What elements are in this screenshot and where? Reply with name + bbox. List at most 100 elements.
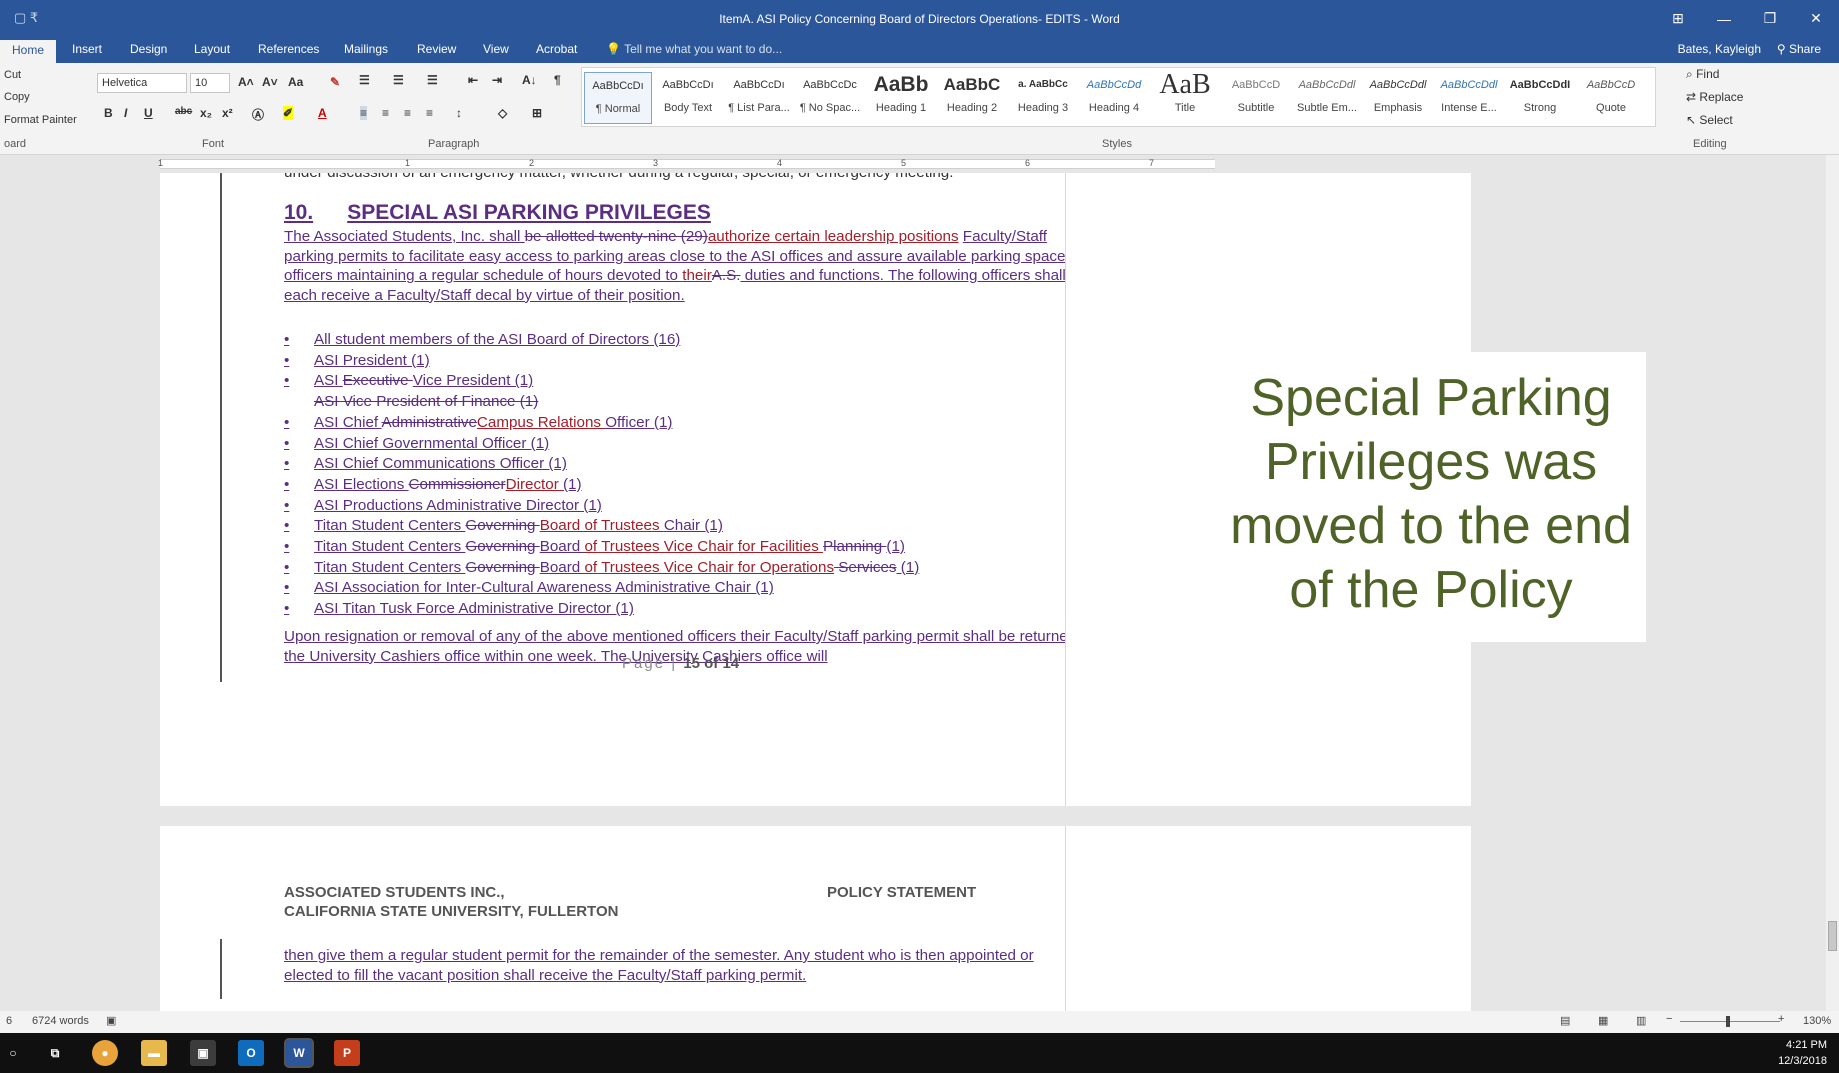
tab-insert[interactable]: Insert	[72, 42, 102, 56]
subscript-button[interactable]: x₂	[200, 106, 212, 120]
system-clock[interactable]: 4:21 PM 12/3/2018	[1778, 1037, 1827, 1069]
decrease-indent-icon[interactable]: ⇤	[468, 73, 478, 87]
search-icon[interactable]: ○	[0, 1040, 26, 1066]
tab-mailings[interactable]: Mailings	[344, 42, 388, 56]
grow-font-button[interactable]: A˄	[238, 75, 254, 89]
style-strong[interactable]: AaBbCcDdI Strong	[1506, 72, 1574, 114]
align-left-icon[interactable]: ≡	[360, 106, 368, 120]
task-view-icon[interactable]: ⧉	[42, 1040, 68, 1066]
style-name: ¶ List Para...	[728, 102, 790, 114]
store-icon[interactable]: ▣	[190, 1040, 216, 1066]
align-center-icon[interactable]: ≡	[382, 106, 389, 120]
text-effects-icon[interactable]: Ⓐ	[252, 106, 264, 123]
list-item: • ASI President (1)	[284, 351, 919, 372]
style-heading-4[interactable]: AaBbCcDd Heading 4	[1080, 72, 1148, 114]
font-size-box[interactable]: 10	[190, 73, 230, 93]
underline-button[interactable]: U	[144, 106, 153, 120]
cut-button[interactable]: Cut	[4, 69, 21, 81]
user-name[interactable]: Bates, Kayleigh	[1678, 42, 1761, 56]
style-subtle-emphasis[interactable]: AaBbCcDdl Subtle Em...	[1293, 72, 1361, 114]
outlook-icon[interactable]: O	[238, 1040, 264, 1066]
font-color-icon[interactable]: A	[318, 106, 327, 120]
tab-layout[interactable]: Layout	[194, 42, 230, 56]
line-spacing-icon[interactable]: ↕	[456, 106, 462, 120]
window-title: ItemA. ASI Policy Concerning Board of Di…	[719, 12, 1120, 26]
style-name: Heading 2	[946, 102, 998, 114]
change-case-button[interactable]: Aa	[288, 75, 303, 89]
style-body-text[interactable]: AaBbCcDı Body Text	[654, 72, 722, 114]
numbering-icon[interactable]: ☰	[393, 73, 404, 87]
tab-design[interactable]: Design	[130, 42, 167, 56]
show-formatting-button[interactable]: ¶	[554, 73, 561, 87]
zoom-slider[interactable]	[1680, 1021, 1780, 1022]
document-page[interactable]: under discussion of an emergency matter,…	[160, 173, 1218, 806]
font-size-value: 10	[195, 77, 208, 89]
document-page[interactable]: ASSOCIATED STUDENTS INC., CALIFORNIA STA…	[160, 826, 1218, 1011]
increase-indent-icon[interactable]: ⇥	[492, 73, 502, 87]
clear-formatting-icon[interactable]: ✎	[330, 75, 340, 89]
ribbon-display-options-button[interactable]: ⊞	[1655, 0, 1701, 37]
highlight-icon[interactable]: ✐	[283, 106, 294, 120]
style-heading-2[interactable]: AaBbC Heading 2	[938, 72, 1006, 114]
style-preview: AaBbC	[943, 75, 1001, 94]
word-count[interactable]: 6724 words	[32, 1015, 89, 1027]
zoom-slider-thumb[interactable]	[1726, 1016, 1730, 1027]
replace-button[interactable]: ⇄ Replace	[1686, 90, 1743, 104]
style-list-paragraph[interactable]: AaBbCcDı ¶ List Para...	[725, 72, 793, 114]
tab-view[interactable]: View	[483, 42, 509, 56]
style-emphasis[interactable]: AaBbCcDdl Emphasis	[1364, 72, 1432, 114]
justify-icon[interactable]: ≡	[426, 106, 433, 120]
font-name-box[interactable]: Helvetica	[97, 73, 187, 93]
sort-button[interactable]: A↓	[522, 73, 537, 87]
zoom-level[interactable]: 130%	[1803, 1015, 1831, 1027]
bold-button[interactable]: B	[104, 106, 113, 120]
replace-icon: ⇄	[1686, 90, 1697, 104]
multilevel-list-icon[interactable]: ☰	[427, 73, 438, 87]
align-right-icon[interactable]: ≡	[404, 106, 411, 120]
share-button[interactable]: ⚲ Share	[1777, 42, 1821, 56]
find-button[interactable]: ⌕ Find	[1686, 67, 1719, 82]
inserted-text: ASI Elections	[314, 475, 409, 493]
shrink-font-button[interactable]: A˅	[262, 75, 278, 89]
format-painter-button[interactable]: Format Painter	[4, 114, 77, 126]
powerpoint-icon[interactable]: P	[334, 1040, 360, 1066]
restore-button[interactable]: ❐	[1747, 0, 1793, 37]
zoom-in-icon[interactable]: +	[1778, 1013, 1784, 1025]
file-explorer-icon[interactable]: ▬	[141, 1040, 167, 1066]
zoom-out-icon[interactable]: −	[1666, 1013, 1672, 1025]
chrome-icon[interactable]: ●	[92, 1040, 118, 1066]
style-intense-emphasis[interactable]: AaBbCcDdl Intense E...	[1435, 72, 1503, 114]
copy-button[interactable]: Copy	[4, 91, 30, 103]
italic-button[interactable]: I	[124, 106, 127, 120]
strikethrough-button[interactable]: abc	[175, 106, 192, 117]
inserted-text: ASI Productions Administrative Director …	[314, 496, 602, 514]
word-icon[interactable]: W	[284, 1038, 314, 1068]
tab-review[interactable]: Review	[417, 42, 456, 56]
scrollbar-thumb[interactable]	[1828, 921, 1837, 951]
style-normal[interactable]: AaBbCcDı ¶ Normal	[584, 72, 652, 124]
page-indicator[interactable]: 6	[6, 1015, 12, 1027]
print-layout-icon[interactable]: ▦	[1598, 1014, 1608, 1027]
read-mode-icon[interactable]: ▤	[1560, 1014, 1570, 1027]
style-subtitle[interactable]: AaBbCcD Subtitle	[1222, 72, 1290, 114]
style-title[interactable]: AaB Title	[1151, 72, 1219, 114]
select-button[interactable]: ↖ Select	[1686, 113, 1733, 127]
shading-icon[interactable]: ◇	[498, 106, 507, 120]
style-heading-1[interactable]: AaBb Heading 1	[867, 72, 935, 114]
tab-acrobat[interactable]: Acrobat	[536, 42, 577, 56]
tab-home[interactable]: Home	[0, 40, 57, 63]
horizontal-ruler[interactable]: 1 1 2 3 4 5 6 7	[0, 155, 1839, 173]
vertical-scrollbar[interactable]	[1826, 155, 1839, 1011]
web-layout-icon[interactable]: ▥	[1636, 1014, 1646, 1027]
borders-icon[interactable]: ⊞	[532, 106, 542, 120]
style-heading-3[interactable]: a. AaBbCc Heading 3	[1009, 72, 1077, 114]
tell-me-box[interactable]: 💡 Tell me what you want to do...	[606, 42, 782, 56]
bullets-icon[interactable]: ☰	[359, 73, 370, 87]
style-quote[interactable]: AaBbCcD Quote	[1577, 72, 1645, 114]
tab-references[interactable]: References	[258, 42, 319, 56]
superscript-button[interactable]: x²	[222, 106, 233, 120]
minimize-button[interactable]: —	[1701, 0, 1747, 37]
proofing-icon[interactable]: ▣	[106, 1014, 116, 1027]
style-no-spacing[interactable]: AaBbCcDc ¶ No Spac...	[796, 72, 864, 114]
close-button[interactable]: ✕	[1793, 0, 1839, 37]
